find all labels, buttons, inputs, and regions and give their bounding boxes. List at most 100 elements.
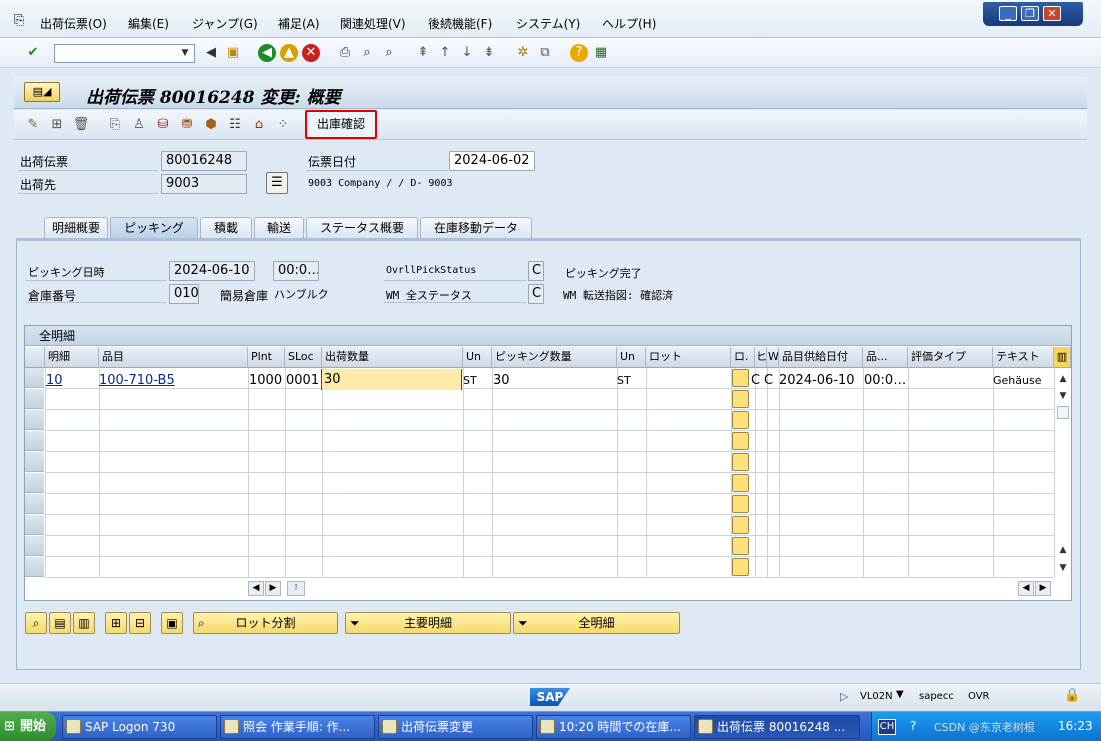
edit-pencil-icon[interactable]: ✎ [24, 116, 42, 134]
system-menu-icon[interactable]: ▤◢ [24, 82, 60, 102]
col-valuation-type[interactable]: 評価タイプ [908, 347, 993, 368]
cancel-icon[interactable]: ✕ [302, 44, 320, 62]
batch-lookup-button[interactable] [732, 411, 749, 429]
next-page-icon[interactable]: ↓ [458, 44, 476, 62]
batch-lookup-button[interactable] [732, 369, 749, 387]
close-button[interactable]: ✕ [1043, 6, 1061, 21]
exit-icon[interactable]: ▲ [280, 44, 298, 62]
delivery-field[interactable]: 80016248 [161, 151, 247, 171]
output-icon[interactable]: ☷ [226, 116, 244, 134]
col-sloc[interactable]: SLoc [285, 347, 322, 368]
hscroll-thumb[interactable]: ⁝ [287, 581, 305, 596]
command-field[interactable]: ▼ [54, 44, 195, 63]
tab-goods-movement[interactable]: 在庫移動データ [420, 217, 532, 239]
hscroll-left-icon[interactable]: ◀ [248, 581, 264, 596]
scroll-page-up-icon[interactable]: ▲ [1056, 543, 1070, 557]
menu-extras[interactable]: 補足(A) [278, 15, 320, 32]
hscroll-right-right-icon[interactable]: ▶ [1035, 581, 1051, 596]
menu-system[interactable]: システム(Y) [516, 15, 580, 32]
col-text[interactable]: テキスト [993, 347, 1054, 368]
deselect-all-icon[interactable]: ▥ [73, 612, 95, 634]
status-expand-icon[interactable]: ▷ [840, 690, 848, 703]
menu-environment[interactable]: 関連処理(V) [340, 15, 406, 32]
batch-lookup-button[interactable] [732, 453, 749, 471]
language-indicator[interactable]: CH [878, 719, 896, 735]
picking-date-field[interactable]: 2024-06-10 [169, 261, 255, 281]
insert-row-icon[interactable]: ⊞ [105, 612, 127, 634]
print-icon[interactable]: ⎙ [336, 44, 354, 62]
row-selector[interactable] [25, 473, 44, 493]
row1-item[interactable]: 10 [46, 373, 63, 388]
collapse-left-icon[interactable]: ◀ [202, 44, 220, 62]
new-session-icon[interactable]: ✲ [514, 44, 532, 62]
tab-item-overview[interactable]: 明細概要 [44, 217, 108, 239]
choose-icon[interactable]: ▣ [161, 612, 183, 634]
col-avail-date[interactable]: 品目供給日付 [779, 347, 863, 368]
delete-icon[interactable]: 🗑 [72, 116, 90, 134]
first-page-icon[interactable]: ⇞ [414, 44, 432, 62]
row-selector[interactable] [25, 410, 44, 430]
delete-row-icon[interactable]: ⊟ [129, 612, 151, 634]
status-dropdown-icon[interactable]: ▼ [896, 689, 904, 700]
scroll-thumb[interactable] [1057, 406, 1069, 419]
address-details-icon[interactable]: ☰ [266, 172, 288, 194]
row-selector[interactable] [25, 389, 44, 409]
task-change-delivery[interactable]: 出荷伝票変更 [378, 715, 533, 739]
last-page-icon[interactable]: ⇟ [480, 44, 498, 62]
batch-lookup-button[interactable] [732, 495, 749, 513]
back-icon[interactable]: ◀ [258, 44, 276, 62]
col-item[interactable]: 明細 [45, 347, 99, 368]
menu-icon[interactable]: ⎘ [14, 13, 24, 28]
row-selector[interactable] [25, 431, 44, 451]
batch-lookup-button[interactable] [732, 516, 749, 534]
minimize-button[interactable]: _ [999, 6, 1017, 21]
task-sap-logon[interactable]: SAP Logon 730 [62, 715, 217, 739]
start-button[interactable]: ⊞ 開始 [0, 712, 56, 741]
col-time[interactable]: 品... [863, 347, 908, 368]
menu-edit[interactable]: 編集(E) [128, 15, 169, 32]
batch-split-button[interactable]: ⌕ ロット分割 [193, 612, 338, 634]
select-all-cell[interactable] [25, 347, 45, 368]
col-h[interactable]: ヒ [755, 347, 767, 368]
batch-lookup-button[interactable] [732, 474, 749, 492]
column-settings-icon[interactable]: ▥ [1054, 347, 1071, 368]
warehouse-icon[interactable]: ⌂ [250, 116, 268, 134]
tab-picking[interactable]: ピッキング [110, 217, 198, 240]
hscroll-right-left-icon[interactable]: ◀ [1018, 581, 1034, 596]
col-batch[interactable]: ロット [646, 347, 731, 368]
select-all-icon[interactable]: ▤ [49, 612, 71, 634]
help-icon[interactable]: ? [570, 44, 588, 62]
batch-icon[interactable]: ⛃ [178, 116, 196, 134]
col-material[interactable]: 品目 [99, 347, 248, 368]
shipto-field[interactable]: 9003 [161, 174, 247, 194]
pick-status-field[interactable]: C [528, 261, 544, 281]
col-delivery-qty[interactable]: 出荷数量 [322, 347, 463, 368]
row-selector[interactable] [25, 494, 44, 514]
create-item-icon[interactable]: ⊞ [48, 116, 66, 134]
col-lo[interactable]: ロ. [731, 347, 755, 368]
row-selector[interactable] [25, 557, 44, 577]
row-selector[interactable] [25, 452, 44, 472]
hscroll-right-icon[interactable]: ▶ [265, 581, 281, 596]
task-stock-time[interactable]: 10:20 時間での在庫... [536, 715, 691, 739]
main-items-button[interactable]: ⏷ 主要明細 [345, 612, 511, 634]
warehouse-number-field[interactable]: 010 [169, 284, 199, 304]
batch-lookup-button[interactable] [732, 537, 749, 555]
col-w[interactable]: W. [767, 347, 779, 368]
layout-menu-icon[interactable]: ▦ [592, 44, 610, 62]
col-picked-unit[interactable]: Un [617, 347, 646, 368]
batch-lookup-button[interactable] [732, 558, 749, 576]
menu-delivery[interactable]: 出荷伝票(O) [40, 15, 107, 32]
find-icon[interactable]: ⌕ [358, 44, 376, 62]
wm-status-field[interactable]: C [528, 284, 544, 304]
all-items-button[interactable]: ⏷ 全明細 [513, 612, 680, 634]
shortcut-icon[interactable]: ⧉ [536, 44, 554, 62]
tab-transport[interactable]: 輸送 [254, 217, 304, 239]
picking-time-field[interactable]: 00:0… [273, 261, 319, 281]
row1-picked-qty[interactable]: 30 [493, 373, 510, 388]
partner-icon[interactable]: ♙ [130, 116, 148, 134]
col-picked-qty[interactable]: ピッキング数量 [492, 347, 617, 368]
detail-icon[interactable]: ⌕ [25, 612, 47, 634]
previous-page-icon[interactable]: ↑ [436, 44, 454, 62]
find-next-icon[interactable]: ⌕ [380, 44, 398, 62]
